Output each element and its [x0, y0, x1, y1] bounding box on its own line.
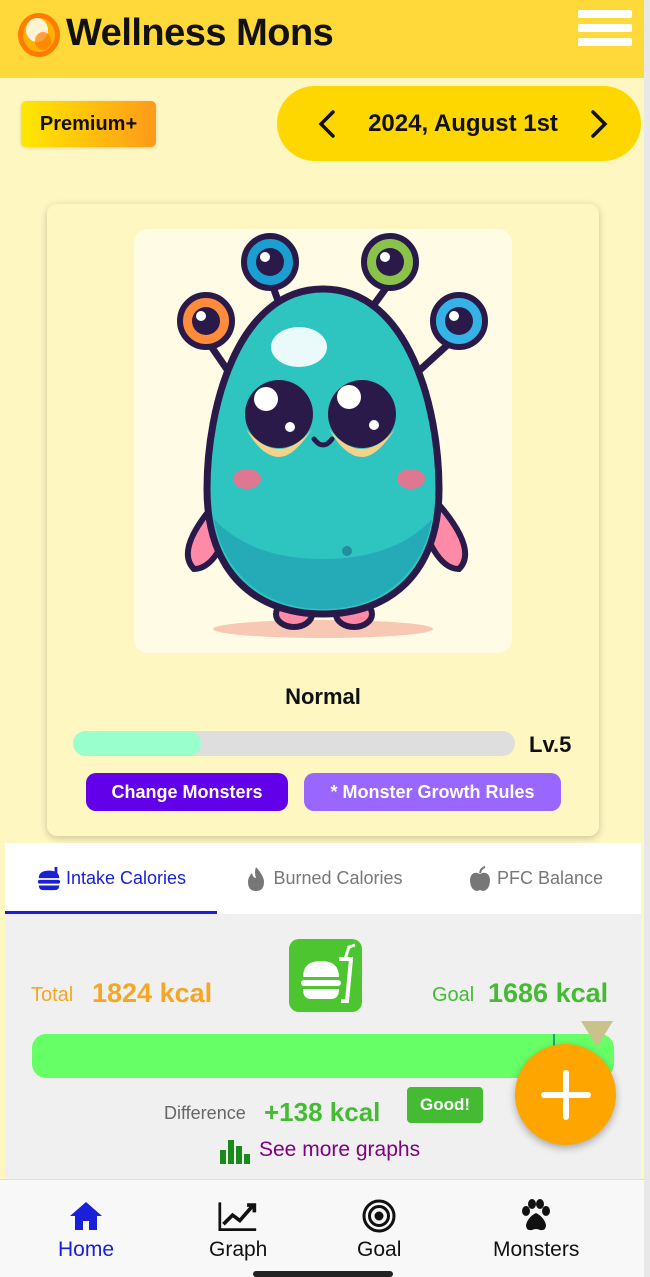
bottom-navigation: Home Graph Goal Monsters	[0, 1179, 650, 1277]
level-progress-fill	[73, 731, 202, 756]
difference-value: +138 kcal	[264, 1097, 381, 1127]
flame-icon	[243, 866, 269, 892]
hamburger-menu-icon[interactable]	[578, 10, 632, 56]
line-chart-icon	[218, 1198, 258, 1234]
monster-status: Normal	[285, 684, 361, 709]
chevron-right-icon	[591, 109, 608, 138]
nav-label: Home	[58, 1238, 115, 1261]
total-calories-value: 1824 kcal	[92, 978, 213, 1008]
tab-pfc-balance[interactable]: PFC Balance	[429, 843, 641, 914]
nav-monsters[interactable]: Monsters	[493, 1198, 579, 1262]
nav-graph[interactable]: Graph	[209, 1198, 267, 1262]
tab-label: PFC Balance	[496, 868, 604, 888]
scrollbar-track	[644, 0, 650, 1277]
nav-home[interactable]: Home	[58, 1198, 114, 1262]
level-progress-bar	[73, 731, 515, 756]
apple-icon	[467, 865, 493, 892]
home-indicator	[253, 1271, 393, 1277]
meal-icon	[289, 939, 362, 1012]
current-date: 2024, August 1st	[368, 109, 558, 137]
nav-label: Graph	[209, 1238, 268, 1261]
home-icon	[66, 1198, 106, 1234]
difference-label: Difference	[164, 1103, 246, 1123]
tab-burned-calories[interactable]: Burned Calories	[217, 843, 429, 914]
nav-label: Goal	[357, 1238, 402, 1261]
goal-label: Goal	[432, 984, 475, 1006]
tab-intake-calories[interactable]: Intake Calories	[5, 843, 217, 914]
see-more-graphs-link[interactable]: See more graphs	[219, 1136, 420, 1164]
premium-badge[interactable]: Premium+	[21, 101, 156, 147]
goal-pin-icon	[581, 1021, 613, 1047]
tab-label: Burned Calories	[273, 868, 403, 888]
nav-goal[interactable]: Goal	[357, 1198, 401, 1262]
app-title: Wellness Mons	[66, 12, 334, 54]
monster-card: Normal Lv.5 Change Monsters * Monster Gr…	[47, 204, 599, 836]
date-navigator: 2024, August 1st	[277, 86, 641, 161]
bar-chart-icon	[220, 1140, 250, 1164]
total-label: Total	[31, 984, 74, 1006]
rating-badge: Good!	[407, 1087, 483, 1123]
nav-label: Monsters	[493, 1238, 580, 1261]
see-more-label: See more graphs	[259, 1138, 421, 1161]
monster-image	[134, 229, 512, 653]
tab-label: Intake Calories	[65, 868, 187, 888]
burger-icon	[36, 866, 62, 892]
target-icon	[359, 1198, 399, 1234]
level-label: Lv.5	[529, 732, 572, 757]
next-date-button[interactable]	[587, 109, 611, 139]
plus-icon	[540, 1069, 591, 1120]
paw-icon	[516, 1198, 556, 1234]
goal-calories-value: 1686 kcal	[488, 978, 609, 1008]
calorie-tabs: Intake Calories Burned Calories PFC Bala…	[5, 843, 641, 914]
growth-rules-button[interactable]: * Monster Growth Rules	[304, 773, 561, 811]
previous-date-button[interactable]	[315, 109, 339, 139]
chevron-left-icon	[318, 109, 335, 138]
alien-monster-icon	[177, 233, 488, 638]
add-entry-button[interactable]	[515, 1044, 616, 1145]
app-header: Wellness Mons	[0, 0, 650, 78]
egg-logo-icon	[18, 13, 60, 57]
change-monsters-button[interactable]: Change Monsters	[86, 773, 288, 811]
